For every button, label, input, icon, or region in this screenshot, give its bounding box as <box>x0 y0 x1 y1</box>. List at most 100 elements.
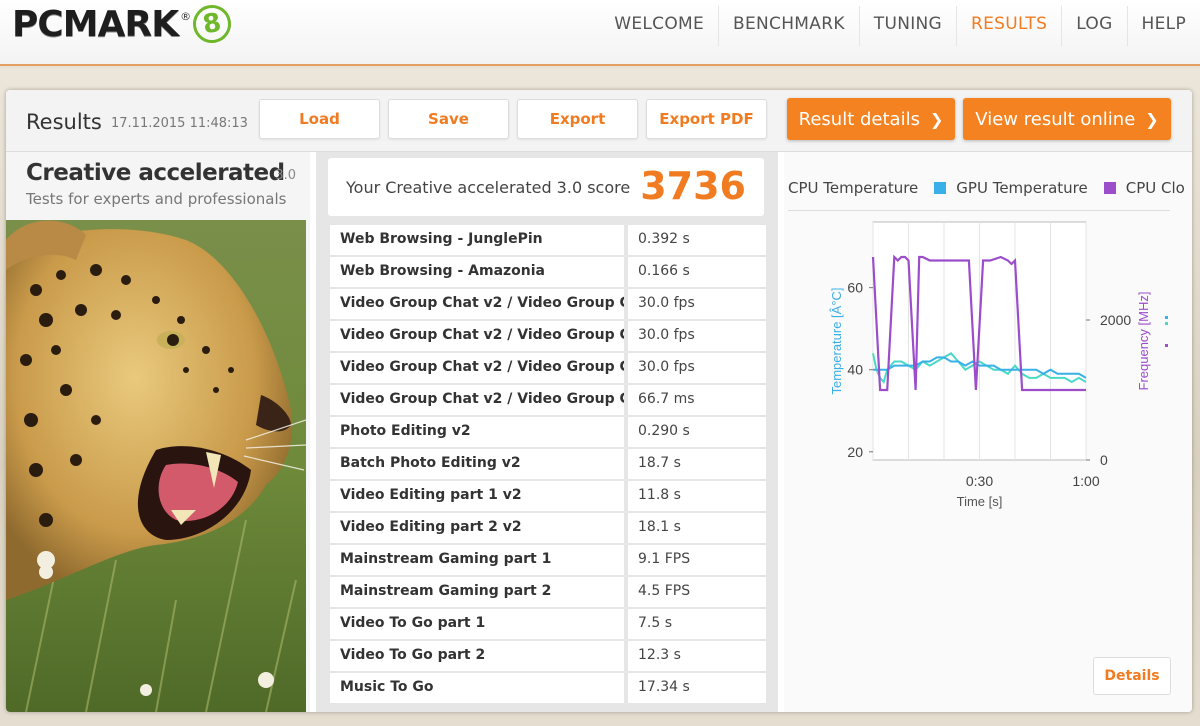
x-axis-label: Time [s] <box>957 494 1003 509</box>
result-name: Video Group Chat v2 / Video Group Chat <box>330 385 624 415</box>
result-name: Mainstream Gaming part 1 <box>330 545 624 575</box>
clock-marker <box>1165 344 1168 347</box>
result-name: Video Editing part 2 v2 <box>330 513 624 543</box>
result-name: Photo Editing v2 <box>330 417 624 447</box>
load-button[interactable]: Load <box>259 99 380 139</box>
y-left-tick-label: 40 <box>847 362 863 378</box>
result-name: Video Group Chat v2 / Video Group Chat <box>330 353 624 383</box>
y-left-axis-label: Temperature [Â°C] <box>829 287 844 394</box>
results-panel: Results 17.11.2015 11:48:13 Load Save Ex… <box>6 90 1192 712</box>
result-value: 4.5 FPS <box>628 577 766 607</box>
export-button[interactable]: Export <box>517 99 638 139</box>
result-value: 66.7 ms <box>628 385 766 415</box>
details-button[interactable]: Details <box>1093 657 1171 695</box>
logo-text: PCMARK <box>12 3 179 45</box>
x-tick-label: 0:30 <box>966 473 993 489</box>
test-version: 3.0 <box>275 168 296 183</box>
view-result-online-label: View result online <box>975 108 1136 130</box>
legend-label: GPU Temperature <box>956 179 1088 197</box>
score-box: Your Creative accelerated 3.0 score 3736 <box>328 158 764 216</box>
table-row: Batch Photo Editing v2 18.7 s <box>330 449 766 479</box>
monitoring-column: CPU Temperature GPU Temperature CPU Clo … <box>784 152 1192 712</box>
monitoring-chart: 20 40 60 0 2000 0:30 1:00 Time [s] Temperature [… <box>829 221 1168 509</box>
results-table: Web Browsing - JunglePin 0.392 s Web Brow… <box>330 225 766 705</box>
result-value: 0.166 s <box>628 257 766 287</box>
result-value: 9.1 FPS <box>628 545 766 575</box>
table-row: Video Group Chat v2 / Video Group Chat30… <box>330 321 766 351</box>
result-value: 0.290 s <box>628 417 766 447</box>
test-description: Tests for experts and professionals <box>26 190 287 208</box>
result-value: 7.5 s <box>628 609 766 639</box>
result-value: 30.0 fps <box>628 289 766 319</box>
result-name: Web Browsing - Amazonia <box>330 257 624 287</box>
test-name: Creative accelerated <box>26 160 285 186</box>
main-nav: WELCOME BENCHMARK TUNING RESULTS LOG HEL… <box>600 6 1200 46</box>
table-row: Video Editing part 2 v2 18.1 s <box>330 513 766 543</box>
results-toolbar: Results 17.11.2015 11:48:13 Load Save Ex… <box>6 90 1192 152</box>
result-name: Video To Go part 1 <box>330 609 624 639</box>
table-row: Video Group Chat v2 / Video Group Chat30… <box>330 353 766 383</box>
x-tick-label: 1:00 <box>1072 473 1099 489</box>
table-row: Video Editing part 1 v2 11.8 s <box>330 481 766 511</box>
y-right-axis-label: Frequency [MHz] <box>1136 292 1151 391</box>
nav-welcome[interactable]: WELCOME <box>600 6 718 46</box>
top-bar: PCMARK ® 8 WELCOME BENCHMARK TUNING RESU… <box>0 0 1200 66</box>
score-value: 3736 <box>640 164 746 208</box>
result-name: Video Group Chat v2 / Video Group Chat <box>330 289 624 319</box>
legend-label: CPU Temperature <box>788 179 919 197</box>
legend-gpu-temperature[interactable]: GPU Temperature <box>934 179 1088 197</box>
page-title: Results <box>26 110 102 134</box>
pcmark-logo: PCMARK ® 8 <box>12 1 235 47</box>
result-value: 30.0 fps <box>628 321 766 351</box>
results-column: Your Creative accelerated 3.0 score 3736… <box>316 152 778 712</box>
table-row: Mainstream Gaming part 2 4.5 FPS <box>330 577 766 607</box>
result-name: Music To Go <box>330 673 624 703</box>
legend-cpu-temperature[interactable]: CPU Temperature <box>788 179 918 197</box>
table-row: Video Group Chat v2 / Video Group Chat30… <box>330 289 766 319</box>
gpu-marker <box>1165 316 1168 319</box>
score-label: Your Creative accelerated 3.0 score <box>346 178 631 197</box>
legend-cpu-clock[interactable]: CPU Clo <box>1103 179 1185 197</box>
table-row: Video To Go part 2 12.3 s <box>330 641 766 671</box>
view-result-online-button[interactable]: View result online ❯ <box>963 98 1171 140</box>
table-row: Mainstream Gaming part 1 9.1 FPS <box>330 545 766 575</box>
nav-benchmark[interactable]: BENCHMARK <box>718 6 859 46</box>
logo-registered-mark: ® <box>180 10 192 23</box>
y-right-tick-label: 0 <box>1100 452 1108 468</box>
table-row: Video To Go part 1 7.5 s <box>330 609 766 639</box>
result-value: 12.3 s <box>628 641 766 671</box>
chart-legend: CPU Temperature GPU Temperature CPU Clo <box>788 176 1192 200</box>
result-value: 0.392 s <box>628 225 766 255</box>
cpu-marker <box>1165 322 1168 325</box>
save-button[interactable]: Save <box>388 99 509 139</box>
nav-help[interactable]: HELP <box>1126 6 1200 46</box>
result-value: 11.8 s <box>628 481 766 511</box>
y-right-tick-label: 2000 <box>1100 312 1131 328</box>
leopard-image <box>6 220 306 712</box>
result-details-label: Result details <box>798 108 920 130</box>
test-info-column: Creative accelerated 3.0 Tests for exper… <box>6 152 310 712</box>
logo-version-badge: 8 <box>190 1 235 47</box>
y-left-tick-label: 60 <box>847 280 863 296</box>
result-name: Batch Photo Editing v2 <box>330 449 624 479</box>
legend-divider <box>788 210 1170 211</box>
table-row: Music To Go 17.34 s <box>330 673 766 703</box>
result-value: 30.0 fps <box>628 353 766 383</box>
result-value: 18.7 s <box>628 449 766 479</box>
result-details-button[interactable]: Result details ❯ <box>787 98 955 140</box>
table-row: Web Browsing - JunglePin 0.392 s <box>330 225 766 255</box>
result-name: Video To Go part 2 <box>330 641 624 671</box>
table-row: Web Browsing - Amazonia 0.166 s <box>330 257 766 287</box>
legend-swatch <box>934 182 947 194</box>
result-name: Mainstream Gaming part 2 <box>330 577 624 607</box>
y-left-tick-label: 20 <box>847 444 863 460</box>
nav-tuning[interactable]: TUNING <box>858 6 956 46</box>
nav-log[interactable]: LOG <box>1061 6 1126 46</box>
export-pdf-button[interactable]: Export PDF <box>646 99 767 139</box>
nav-results[interactable]: RESULTS <box>956 6 1061 46</box>
legend-label: CPU Clo <box>1125 179 1185 197</box>
result-name: Video Group Chat v2 / Video Group Chat <box>330 321 624 351</box>
result-value: 18.1 s <box>628 513 766 543</box>
result-value: 17.34 s <box>628 673 766 703</box>
result-name: Video Editing part 1 v2 <box>330 481 624 511</box>
